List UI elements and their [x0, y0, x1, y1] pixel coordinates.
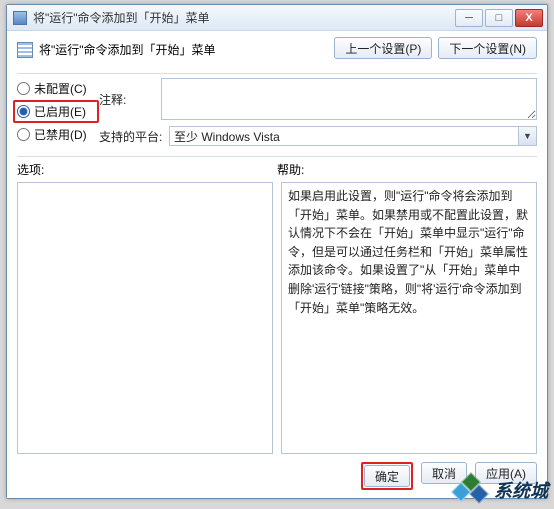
radio-disabled[interactable]: 已禁用(D)	[17, 126, 95, 143]
radio-not-configured[interactable]: 未配置(C)	[17, 80, 95, 97]
cancel-button[interactable]: 取消	[421, 462, 467, 484]
divider	[17, 73, 537, 74]
options-pane	[17, 182, 273, 454]
help-label: 帮助:	[277, 161, 537, 178]
content-area: 将"运行"命令添加到「开始」菜单 上一个设置(P) 下一个设置(N) 未配置(C…	[7, 31, 547, 498]
comment-input[interactable]	[161, 78, 537, 120]
app-icon	[13, 11, 27, 25]
apply-button[interactable]: 应用(A)	[475, 462, 537, 484]
maximize-button[interactable]: □	[485, 9, 513, 27]
titlebar[interactable]: 将"运行"命令添加到「开始」菜单 ─ □ X	[7, 5, 547, 31]
radio-input-not-configured[interactable]	[17, 82, 30, 95]
ok-highlight: 确定	[361, 462, 413, 490]
platform-combo[interactable]: 至少 Windows Vista ▼	[169, 126, 537, 146]
options-label: 选项:	[17, 161, 277, 178]
platform-value: 至少 Windows Vista	[170, 128, 518, 145]
policy-icon	[17, 42, 33, 58]
platform-label: 支持的平台:	[99, 128, 163, 145]
enabled-highlight: 已启用(E)	[13, 100, 99, 123]
page-heading: 将"运行"命令添加到「开始」菜单	[39, 41, 216, 58]
chevron-down-icon[interactable]: ▼	[518, 127, 536, 145]
window-title: 将"运行"命令添加到「开始」菜单	[33, 9, 455, 26]
divider	[17, 156, 537, 157]
next-setting-button[interactable]: 下一个设置(N)	[438, 37, 537, 59]
comment-label: 注释:	[99, 91, 155, 108]
ok-button[interactable]: 确定	[364, 465, 410, 487]
radio-enabled[interactable]: 已启用(E)	[17, 103, 95, 120]
prev-setting-button[interactable]: 上一个设置(P)	[334, 37, 432, 59]
help-pane: 如果启用此设置，则"运行"命令将会添加到「开始」菜单。如果禁用或不配置此设置，默…	[281, 182, 537, 454]
close-button[interactable]: X	[515, 9, 543, 27]
radio-input-enabled[interactable]	[17, 105, 30, 118]
minimize-button[interactable]: ─	[455, 9, 483, 27]
dialog-window: 将"运行"命令添加到「开始」菜单 ─ □ X 将"运行"命令添加到「开始」菜单 …	[6, 4, 548, 499]
radio-input-disabled[interactable]	[17, 128, 30, 141]
